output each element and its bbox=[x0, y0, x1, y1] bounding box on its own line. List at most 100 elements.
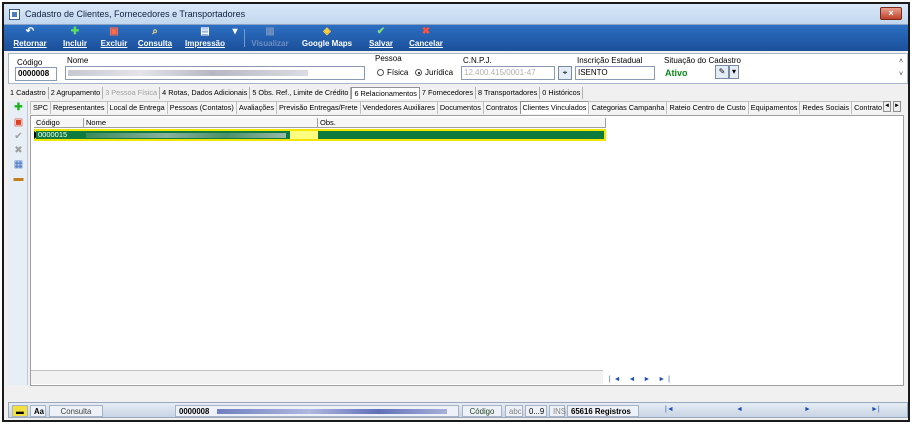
first-record-button[interactable]: |◄ bbox=[665, 406, 674, 413]
google-maps-button[interactable]: ◈ Google Maps bbox=[298, 26, 356, 50]
font-toggle-button[interactable]: Aa bbox=[30, 405, 46, 417]
google-maps-label: Google Maps bbox=[301, 39, 353, 48]
subtab-rateio[interactable]: Rateio Centro de Custo bbox=[666, 101, 749, 114]
situacao-value: Ativo bbox=[665, 68, 688, 78]
chevron-right-icon: ► bbox=[894, 103, 900, 109]
tabs-scroll-right[interactable]: ► bbox=[893, 101, 901, 112]
column-obs[interactable]: Obs. bbox=[318, 118, 606, 128]
note-icon[interactable]: ▬ bbox=[12, 405, 28, 417]
cnpj-lookup-button[interactable]: ⌖ bbox=[558, 66, 572, 80]
chevron-left-icon: ◄ bbox=[884, 103, 890, 109]
chevron-down-icon: ˅ bbox=[898, 71, 904, 78]
close-button[interactable]: × bbox=[880, 7, 902, 20]
chevron-down-icon: ▾ bbox=[731, 67, 736, 76]
clientes-vinculados-grid: Código Nome Obs. 0000015 |◄ ◄ ► ►| bbox=[30, 115, 904, 386]
subtab-documentos[interactable]: Documentos bbox=[436, 101, 484, 114]
pessoa-juridica-radio[interactable]: Jurídica bbox=[415, 68, 453, 77]
cancelar-label: Cancelar bbox=[409, 39, 443, 48]
fisica-label: Física bbox=[387, 68, 409, 77]
confirm-row-icon[interactable]: ✔ bbox=[13, 131, 24, 142]
tabs-scroll-left[interactable]: ◄ bbox=[883, 101, 891, 112]
situacao-label: Situação do Cadastro bbox=[664, 56, 741, 65]
window-title: Cadastro de Clientes, Fornecedores e Tra… bbox=[25, 9, 246, 19]
subtab-local-entrega[interactable]: Local de Entrega bbox=[106, 101, 168, 114]
toolbar-separator bbox=[244, 29, 245, 47]
folder-icon[interactable]: ▬ bbox=[13, 173, 24, 184]
grid-icon[interactable]: ▦ bbox=[13, 159, 24, 170]
consulta-label: Consulta bbox=[137, 39, 173, 48]
cell-obs[interactable] bbox=[318, 131, 604, 139]
side-toolbar: ✚ ▣ ✔ ✖ ▦ ▬ bbox=[8, 101, 28, 385]
subtab-categorias[interactable]: Categorias Campanha bbox=[588, 101, 668, 114]
impressao-dropdown[interactable]: ▾ bbox=[230, 26, 240, 50]
nome-field[interactable] bbox=[65, 66, 365, 80]
pessoa-fisica-radio[interactable]: Física bbox=[377, 68, 408, 77]
table-row[interactable]: 0000015 bbox=[34, 129, 606, 141]
codigo-field[interactable]: 0000008 bbox=[15, 67, 57, 81]
cell-nome[interactable] bbox=[84, 131, 318, 139]
cancel-row-icon[interactable]: ✖ bbox=[13, 145, 24, 156]
record-count: 65616 Registros bbox=[567, 405, 639, 417]
tab-transportadores[interactable]: 8 Transportadores bbox=[476, 87, 541, 99]
lookup-icon: ⌖ bbox=[562, 68, 568, 77]
cell-codigo[interactable]: 0000015 bbox=[36, 131, 84, 139]
impressao-button[interactable]: ▤ Impressão bbox=[182, 26, 228, 50]
subtab-contratos[interactable]: Contratos bbox=[482, 101, 521, 114]
cnpj-label: C.N.P.J. bbox=[463, 56, 492, 65]
tab-relacionamentos[interactable]: 6 Relacionamentos bbox=[351, 87, 420, 99]
tab-agrupamento[interactable]: 2 Agrupamento bbox=[49, 87, 104, 99]
excluir-button[interactable]: ▣ Excluir bbox=[97, 26, 131, 50]
header-scroll[interactable]: ˄ ˅ bbox=[896, 55, 906, 82]
grid-horizontal-scrollbar[interactable] bbox=[31, 370, 603, 384]
subtab-redes-sociais[interactable]: Redes Sociais bbox=[799, 101, 853, 114]
prev-record-button[interactable]: ◄ bbox=[736, 406, 743, 413]
column-codigo[interactable]: Código bbox=[34, 118, 84, 128]
add-row-icon[interactable]: ✚ bbox=[13, 102, 24, 113]
subtab-spc[interactable]: SPC bbox=[30, 101, 52, 114]
subtab-equipamentos[interactable]: Equipamentos bbox=[747, 101, 801, 114]
sort-field-button[interactable]: Código bbox=[462, 405, 502, 417]
column-nome[interactable]: Nome bbox=[84, 118, 318, 128]
subtab-avaliacoes[interactable]: Avaliações bbox=[235, 101, 277, 114]
tab-rotas[interactable]: 4 Rotas, Dados Adicionais bbox=[160, 87, 251, 99]
grid-record-nav[interactable]: |◄ ◄ ► ►| bbox=[609, 376, 673, 383]
app-icon bbox=[9, 9, 20, 20]
visualizar-label: Visualizar bbox=[251, 39, 289, 48]
ie-field[interactable]: ISENTO bbox=[575, 66, 655, 80]
cancel-icon: ✖ bbox=[421, 26, 431, 37]
incluir-button[interactable]: ✚ Incluir bbox=[58, 26, 92, 50]
record-header: Código 0000008 Nome Pessoa Física Jurídi… bbox=[8, 53, 908, 84]
tab-cadastro[interactable]: 1 Cadastro bbox=[8, 87, 49, 99]
subtab-pessoas[interactable]: Pessoas (Contatos) bbox=[166, 101, 237, 114]
retornar-button[interactable]: ↶ Retornar bbox=[10, 26, 50, 50]
record-name-redacted bbox=[216, 409, 447, 415]
tab-historicos[interactable]: 0 Históricos bbox=[540, 87, 584, 99]
next-record-button[interactable]: ► bbox=[804, 406, 811, 413]
tab-pessoa-fisica[interactable]: 3 Pessoa Física bbox=[103, 87, 161, 99]
ie-label: Inscrição Estadual bbox=[577, 56, 643, 65]
last-record-button[interactable]: ►| bbox=[871, 406, 880, 413]
cnpj-field[interactable]: 12.400.415/0001-47 bbox=[461, 66, 555, 80]
consulta-button[interactable]: ⌕ Consulta bbox=[135, 26, 175, 50]
mode-indicator: Consulta bbox=[49, 405, 103, 417]
cell-nome-edit[interactable] bbox=[290, 131, 318, 139]
delete-row-icon[interactable]: ▣ bbox=[13, 117, 24, 128]
sub-tabs: SPC Representantes Local de Entrega Pessoas… bbox=[30, 101, 890, 114]
salvar-button[interactable]: ✔ Salvar bbox=[366, 26, 396, 50]
tab-fornecedores[interactable]: 7 Fornecedores bbox=[420, 87, 477, 99]
subtab-previsao[interactable]: Previsão Entregas/Frete bbox=[275, 101, 361, 114]
juridica-label: Jurídica bbox=[425, 68, 454, 77]
tab-obs-ref[interactable]: 5 Obs. Ref., Limite de Crédito bbox=[250, 87, 352, 99]
excluir-label: Excluir bbox=[100, 39, 128, 48]
main-tabs: 1 Cadastro 2 Agrupamento 3 Pessoa Física 4 … bbox=[8, 87, 908, 99]
subtab-representantes[interactable]: Representantes bbox=[50, 101, 108, 114]
situacao-button[interactable]: ✎ bbox=[715, 65, 729, 79]
subtab-vendedores[interactable]: Vendedores Auxiliares bbox=[359, 101, 438, 114]
subtab-clientes-vinculados[interactable]: Clientes Vinculados bbox=[519, 101, 590, 114]
situacao-dropdown[interactable]: ▾ bbox=[729, 65, 739, 79]
visualizar-button[interactable]: ▦ Visualizar bbox=[250, 26, 290, 50]
current-record: 0000008 bbox=[175, 405, 459, 417]
nome-redacted bbox=[86, 132, 286, 138]
abc-mode: abc bbox=[505, 405, 523, 417]
cancelar-button[interactable]: ✖ Cancelar bbox=[406, 26, 446, 50]
